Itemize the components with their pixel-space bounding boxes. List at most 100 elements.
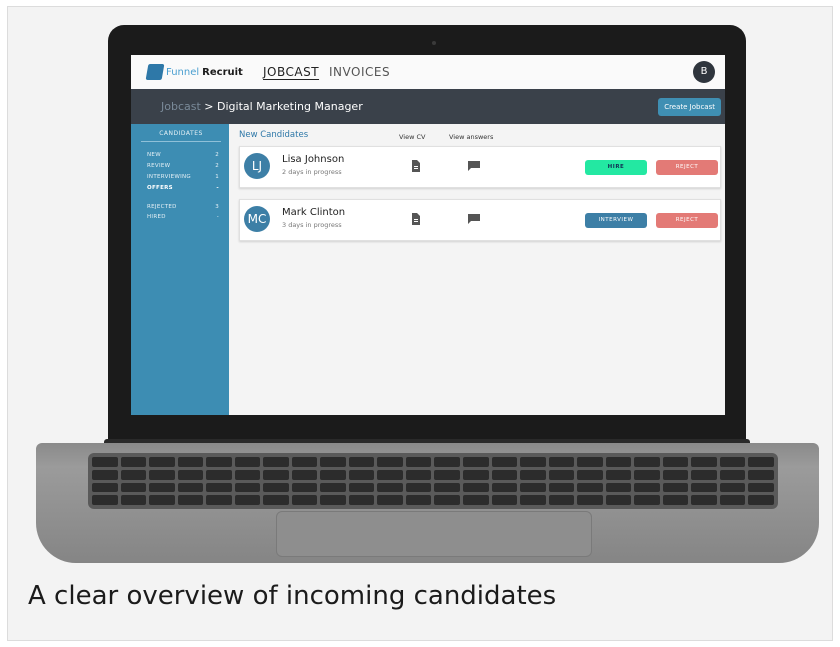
keyboard-key <box>377 495 403 505</box>
keyboard-key <box>291 482 318 493</box>
keyboard-key <box>605 495 632 505</box>
breadcrumb-jobcast[interactable]: Jobcast <box>161 100 201 113</box>
keyboard-key <box>177 482 204 493</box>
keyboard-key <box>177 457 204 467</box>
document-icon[interactable] <box>410 213 422 225</box>
document-icon[interactable] <box>410 160 422 172</box>
candidate-status: 3 days in progress <box>282 221 342 229</box>
keyboard-key <box>748 495 774 505</box>
logo[interactable]: Funnel Recruit <box>145 64 243 80</box>
sidebar-item-offers[interactable]: OFFERS - <box>147 185 219 191</box>
chat-icon[interactable] <box>468 213 480 225</box>
keyboard-key <box>149 495 175 505</box>
keyboard-key <box>405 457 432 467</box>
keyboard-key <box>491 469 518 480</box>
keyboard-key <box>520 469 546 480</box>
nav-invoices[interactable]: INVOICES <box>329 65 390 79</box>
candidate-card[interactable]: MC Mark Clinton 3 days in progress INTER… <box>239 199 721 241</box>
keyboard-key <box>463 469 489 480</box>
sidebar-item-count: 3 <box>215 204 219 210</box>
keyboard-key <box>320 469 346 480</box>
sidebar-item-review[interactable]: REVIEW 2 <box>147 163 219 169</box>
sidebar-item-label: REVIEW <box>147 163 171 169</box>
sidebar-item-interviewing[interactable]: INTERVIEWING 1 <box>147 174 219 180</box>
keyboard-key <box>348 482 375 493</box>
breadcrumb: Jobcast > Digital Marketing Manager <box>161 100 363 113</box>
keyboard-key <box>149 469 175 480</box>
keyboard-key <box>719 457 746 467</box>
keyboard-key <box>234 482 261 493</box>
create-jobcast-button[interactable]: Create Jobcast <box>658 98 721 116</box>
keyboard-key <box>92 495 118 505</box>
keyboard-key <box>634 469 660 480</box>
keyboard-key <box>348 457 375 467</box>
keyboard-key <box>662 495 689 505</box>
reject-button[interactable]: REJECT <box>656 213 718 228</box>
keyboard-key <box>405 482 432 493</box>
keyboard-key <box>691 482 717 493</box>
keyboard-key <box>577 482 603 493</box>
hire-button[interactable]: HIRE <box>585 160 647 175</box>
keyboard-key <box>434 457 461 467</box>
keyboard-key <box>577 457 603 467</box>
candidate-name[interactable]: Mark Clinton <box>282 207 345 218</box>
nav-jobcast[interactable]: JOBCAST <box>263 65 319 79</box>
keyboard-key <box>605 469 632 480</box>
keyboard-key <box>691 495 717 505</box>
sidebar-item-count: 2 <box>215 163 219 169</box>
sidebar-item-hired[interactable]: HIRED - <box>147 214 219 220</box>
keyboard-key <box>263 457 289 467</box>
sidebar-item-new[interactable]: NEW 2 <box>147 152 219 158</box>
keyboard-key <box>405 495 432 505</box>
keyboard-key <box>463 457 489 467</box>
reject-button[interactable]: REJECT <box>656 160 718 175</box>
keyboard-key <box>719 482 746 493</box>
keyboard-key <box>548 469 575 480</box>
keyboard-key <box>206 457 232 467</box>
keyboard-key <box>691 469 717 480</box>
keyboard-key <box>491 457 518 467</box>
sidebar-item-label: INTERVIEWING <box>147 174 191 180</box>
interview-button[interactable]: INTERVIEW <box>585 213 647 228</box>
avatar: MC <box>244 206 270 232</box>
keyboard-key <box>149 457 175 467</box>
keyboard-key <box>491 482 518 493</box>
keyboard-key <box>120 495 147 505</box>
keyboard-key <box>748 482 774 493</box>
keyboard-key <box>634 457 660 467</box>
keyboard-key <box>520 482 546 493</box>
keyboard-key <box>605 482 632 493</box>
candidate-name[interactable]: Lisa Johnson <box>282 154 344 165</box>
main-content: New Candidates View CV View answers LJ L… <box>229 124 725 415</box>
breadcrumb-separator: > <box>204 100 214 113</box>
keyboard-key <box>463 482 489 493</box>
top-bar: Funnel Recruit JOBCAST INVOICES B <box>131 55 725 89</box>
sidebar-title: CANDIDATES <box>141 130 221 142</box>
sidebar-item-count: 1 <box>215 174 219 180</box>
keyboard-key <box>520 457 546 467</box>
keyboard-key <box>291 457 318 467</box>
sidebar-item-count: 2 <box>215 152 219 158</box>
candidate-card[interactable]: LJ Lisa Johnson 2 days in progress HIRE … <box>239 146 721 188</box>
chat-icon[interactable] <box>468 160 480 172</box>
keyboard-key <box>577 469 603 480</box>
keyboard-key <box>548 457 575 467</box>
sidebar-item-label: OFFERS <box>147 185 173 191</box>
user-avatar[interactable]: B <box>693 61 715 83</box>
keyboard-key <box>548 495 575 505</box>
logo-text-funnel: Funnel <box>166 66 200 78</box>
keyboard-key <box>377 469 403 480</box>
keyboard-key <box>263 495 289 505</box>
keyboard-key <box>434 469 461 480</box>
laptop-screen: Funnel Recruit JOBCAST INVOICES B Jobcast… <box>131 55 725 415</box>
sidebar-item-label: REJECTED <box>147 204 177 210</box>
keyboard-key <box>662 457 689 467</box>
keyboard-key <box>234 469 261 480</box>
keyboard-key <box>348 495 375 505</box>
keyboard-key <box>120 457 147 467</box>
keyboard-key <box>263 482 289 493</box>
sidebar-item-label: NEW <box>147 152 161 158</box>
keyboard-key <box>463 495 489 505</box>
page-title: Digital Marketing Manager <box>217 100 363 113</box>
sidebar-item-rejected[interactable]: REJECTED 3 <box>147 204 219 210</box>
